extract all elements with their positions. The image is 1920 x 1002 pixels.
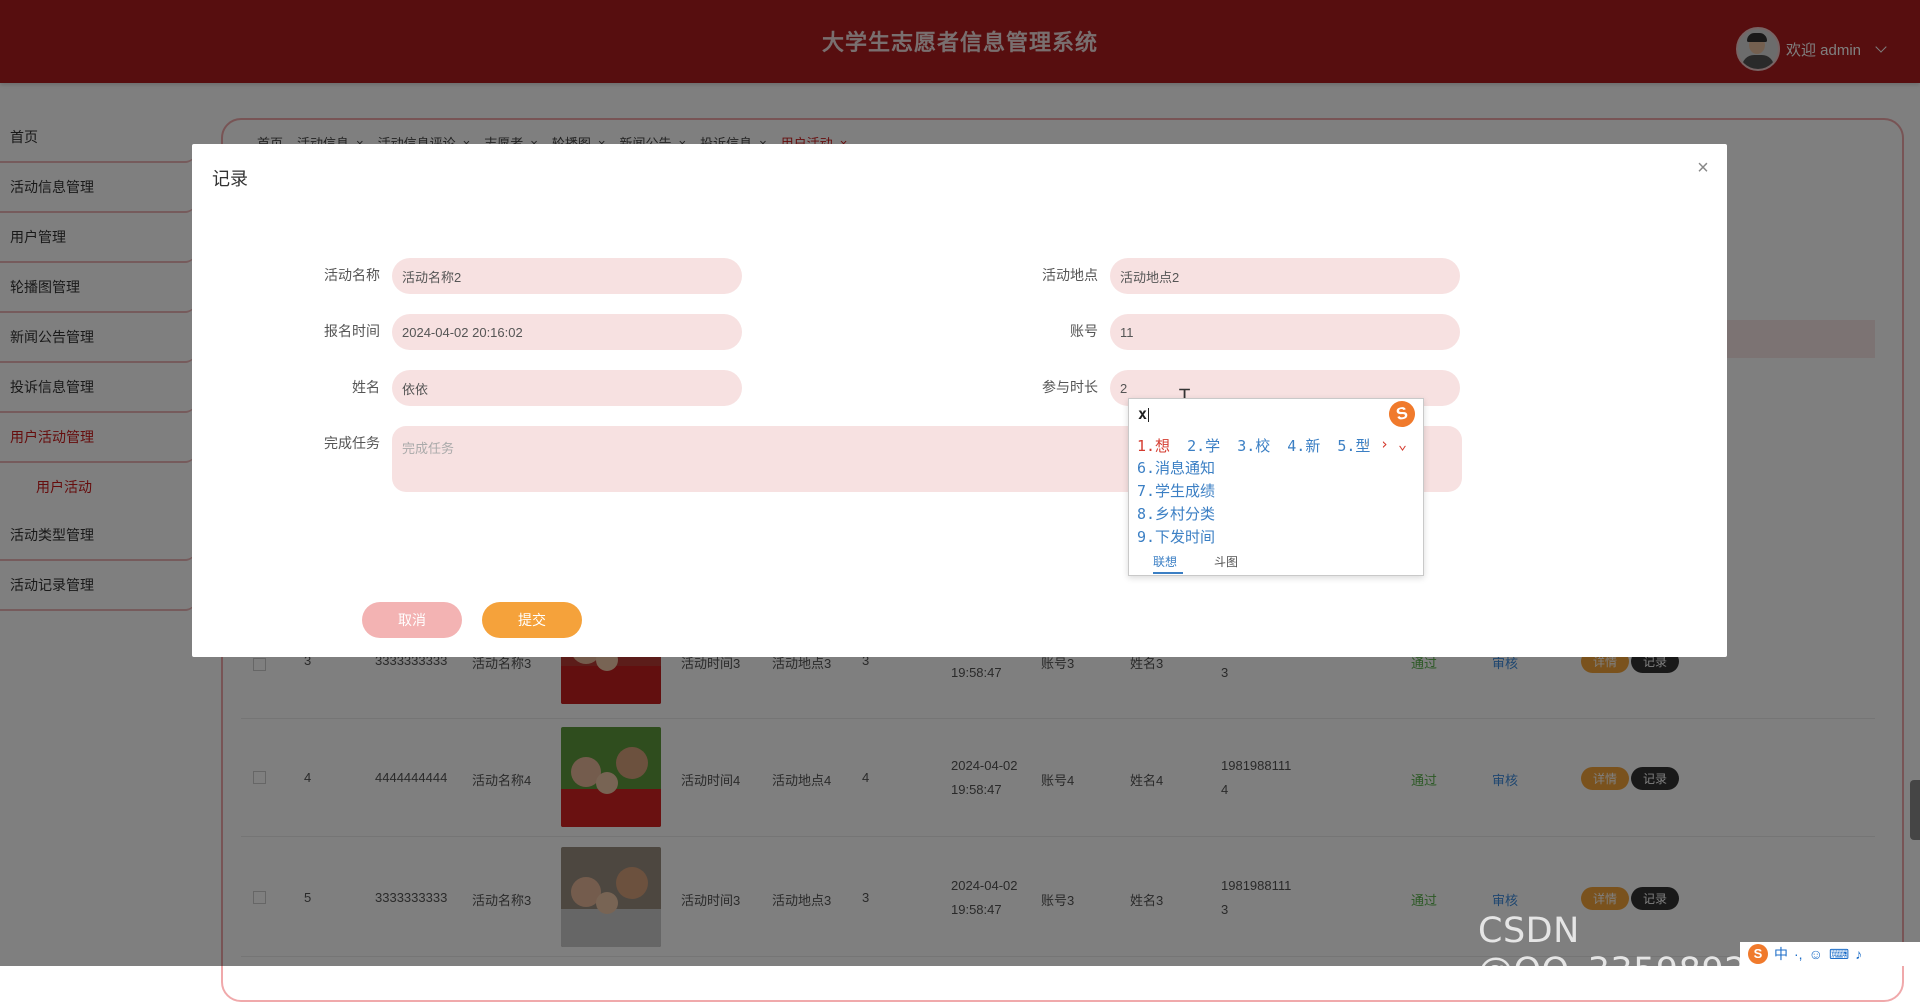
ime-page-nav: ‹ › ⌄: [1362, 435, 1407, 453]
activity-name-field[interactable]: [392, 258, 742, 294]
ime-candidate-popup[interactable]: x S 1.想 2.学 3.校 4.新 5.型 ‹ › ⌄ 6.消息通知 7.学…: [1128, 398, 1424, 576]
ime-tab-sticker[interactable]: 斗图: [1214, 553, 1238, 570]
ime-candidate[interactable]: 1.想: [1137, 437, 1170, 455]
chevron-down-icon[interactable]: ⌄: [1398, 435, 1407, 453]
chevron-left-icon[interactable]: ‹: [1362, 435, 1371, 453]
chinese-mode-icon[interactable]: 中: [1774, 944, 1788, 964]
ime-candidate-row: 1.想 2.学 3.校 4.新 5.型: [1137, 435, 1378, 456]
ime-suggestion[interactable]: 7.学生成绩: [1137, 480, 1215, 503]
activity-place-field[interactable]: [1110, 258, 1460, 294]
chevron-right-icon[interactable]: ›: [1380, 435, 1389, 453]
close-icon[interactable]: ×: [1695, 158, 1711, 178]
activity-name-label: 活动名称: [324, 267, 380, 283]
name-label: 姓名: [352, 379, 380, 395]
sogou-logo-icon: S: [1386, 398, 1418, 430]
ime-candidate[interactable]: 2.学: [1187, 437, 1220, 455]
ime-suggestion-list: 6.消息通知 7.学生成绩 8.乡村分类 9.下发时间: [1137, 457, 1215, 549]
ime-pinyin: x: [1138, 405, 1150, 423]
duration-label: 参与时长: [1042, 379, 1098, 395]
ime-candidate[interactable]: 3.校: [1237, 437, 1270, 455]
signup-time-field[interactable]: [392, 314, 742, 350]
ime-suggestion[interactable]: 8.乡村分类: [1137, 503, 1215, 526]
emoji-icon[interactable]: ☺: [1809, 946, 1823, 962]
ime-candidate[interactable]: 4.新: [1287, 437, 1320, 455]
activity-place-label: 活动地点: [1042, 267, 1098, 283]
task-label: 完成任务: [324, 435, 380, 451]
name-field[interactable]: [392, 370, 742, 406]
submit-button[interactable]: 提交: [482, 602, 582, 638]
keyboard-icon[interactable]: ⌨: [1829, 946, 1849, 963]
sogou-tray-icon[interactable]: S: [1748, 944, 1768, 964]
microphone-icon[interactable]: ♪: [1855, 946, 1862, 962]
account-label: 账号: [1070, 323, 1098, 339]
ime-tab-associate[interactable]: 联想: [1153, 553, 1184, 574]
punctuation-icon[interactable]: ·,: [1794, 946, 1803, 962]
record-dialog: 记录 × 活动名称 活动地点 报名时间 账号 姓名 参与时长 完成任务 取消 提…: [192, 144, 1727, 657]
signup-time-label: 报名时间: [324, 323, 380, 339]
ime-suggestion[interactable]: 6.消息通知: [1137, 457, 1215, 480]
ime-suggestion[interactable]: 9.下发时间: [1137, 526, 1215, 549]
account-field[interactable]: [1110, 314, 1460, 350]
dialog-title: 记录: [212, 169, 248, 189]
ime-status-tray: S 中 ·, ☺ ⌨ ♪: [1740, 942, 1920, 966]
cancel-button[interactable]: 取消: [362, 602, 462, 638]
